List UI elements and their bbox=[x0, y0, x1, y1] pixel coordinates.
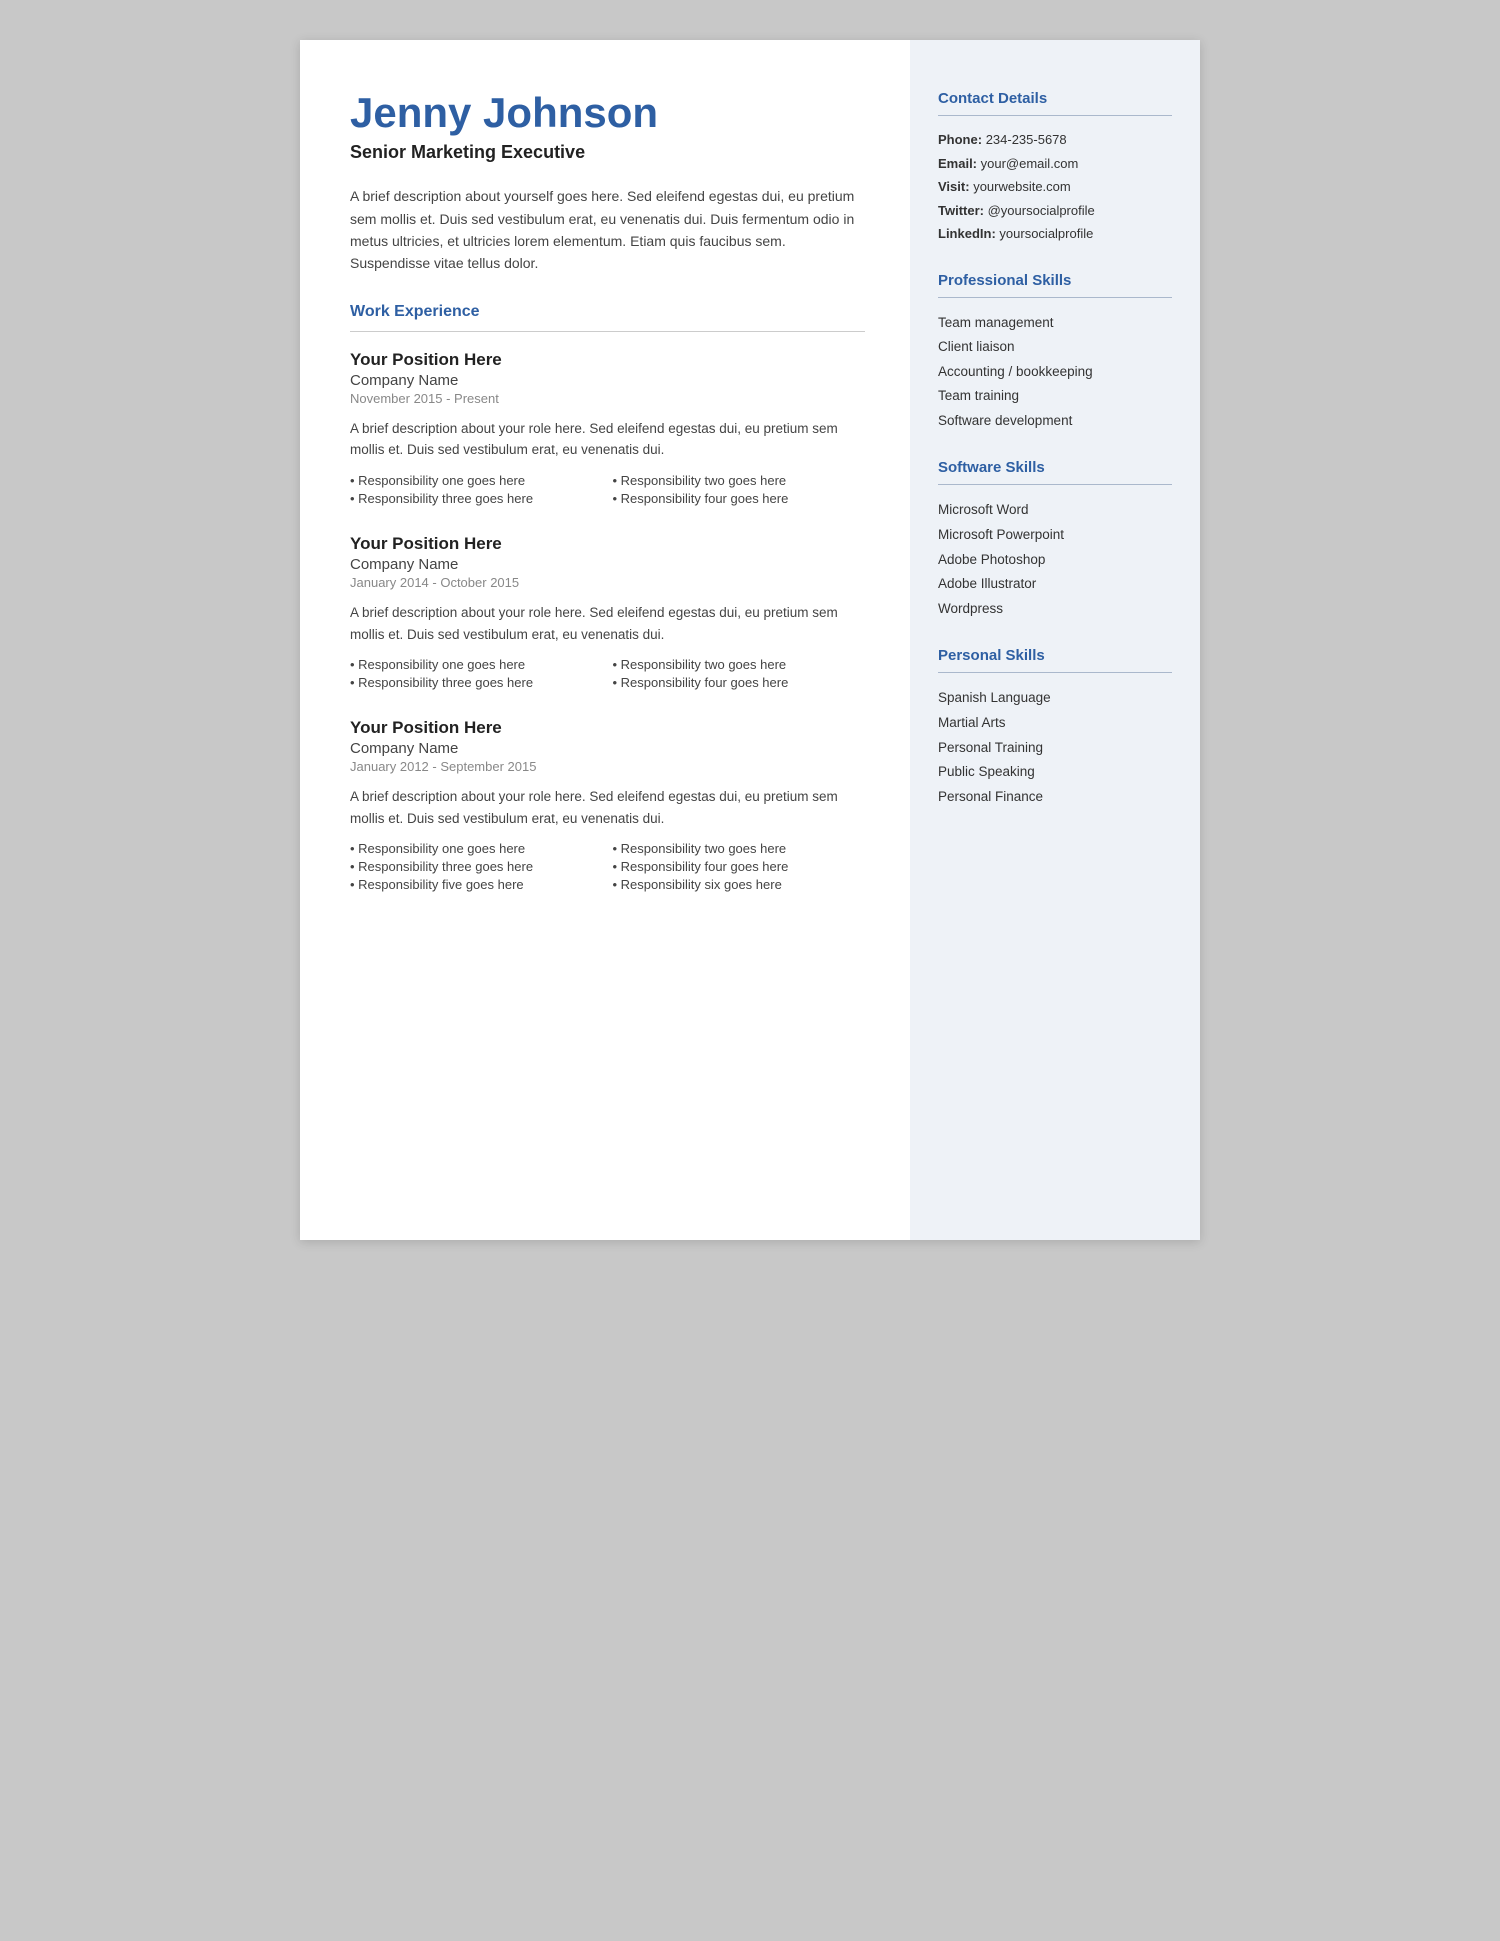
list-item: Adobe Illustrator bbox=[938, 573, 1172, 595]
list-item: Adobe Photoshop bbox=[938, 549, 1172, 571]
phone-value: 234-235-5678 bbox=[986, 132, 1067, 147]
job-2: Your Position Here Company Name January … bbox=[350, 534, 865, 690]
contact-visit: Visit: yourwebsite.com bbox=[938, 177, 1172, 197]
list-item: Microsoft Powerpoint bbox=[938, 524, 1172, 546]
personal-skills-divider bbox=[938, 672, 1172, 673]
job-2-company: Company Name bbox=[350, 556, 865, 573]
list-item: Responsibility one goes here bbox=[350, 841, 603, 856]
list-item: Microsoft Word bbox=[938, 499, 1172, 521]
job-1-description: A brief description about your role here… bbox=[350, 418, 865, 461]
list-item: Responsibility two goes here bbox=[613, 473, 866, 488]
list-item: Personal Training bbox=[938, 737, 1172, 759]
visit-label: Visit: bbox=[938, 179, 970, 194]
contact-divider bbox=[938, 115, 1172, 116]
right-column: Contact Details Phone: 234-235-5678 Emai… bbox=[910, 40, 1200, 1240]
job-3: Your Position Here Company Name January … bbox=[350, 718, 865, 892]
job-1: Your Position Here Company Name November… bbox=[350, 350, 865, 506]
job-3-responsibilities: Responsibility one goes here Responsibil… bbox=[350, 841, 865, 892]
list-item: Responsibility two goes here bbox=[613, 841, 866, 856]
candidate-name: Jenny Johnson bbox=[350, 90, 865, 136]
job-1-responsibilities: Responsibility one goes here Responsibil… bbox=[350, 473, 865, 506]
work-experience-divider bbox=[350, 331, 865, 332]
professional-skills-divider bbox=[938, 297, 1172, 298]
work-experience-heading: Work Experience bbox=[350, 303, 865, 321]
list-item: Spanish Language bbox=[938, 687, 1172, 709]
job-3-dates: January 2012 - September 2015 bbox=[350, 759, 865, 774]
candidate-bio: A brief description about yourself goes … bbox=[350, 185, 865, 275]
job-3-company: Company Name bbox=[350, 740, 865, 757]
job-2-position: Your Position Here bbox=[350, 534, 865, 554]
list-item: Software development bbox=[938, 410, 1172, 432]
job-2-description: A brief description about your role here… bbox=[350, 602, 865, 645]
list-item: Responsibility six goes here bbox=[613, 877, 866, 892]
job-3-description: A brief description about your role here… bbox=[350, 786, 865, 829]
twitter-label: Twitter: bbox=[938, 203, 984, 218]
list-item: Client liaison bbox=[938, 336, 1172, 358]
linkedin-value: yoursocialprofile bbox=[999, 226, 1093, 241]
list-item: Wordpress bbox=[938, 598, 1172, 620]
list-item: Martial Arts bbox=[938, 712, 1172, 734]
list-item: Responsibility four goes here bbox=[613, 859, 866, 874]
resume-page: Jenny Johnson Senior Marketing Executive… bbox=[300, 40, 1200, 1240]
contact-email: Email: your@email.com bbox=[938, 154, 1172, 174]
contact-phone: Phone: 234-235-5678 bbox=[938, 130, 1172, 150]
visit-value: yourwebsite.com bbox=[973, 179, 1071, 194]
personal-skills-title: Personal Skills bbox=[938, 647, 1172, 664]
software-skills-title: Software Skills bbox=[938, 459, 1172, 476]
list-item: Responsibility four goes here bbox=[613, 491, 866, 506]
list-item: Responsibility three goes here bbox=[350, 675, 603, 690]
contact-title: Contact Details bbox=[938, 90, 1172, 107]
software-skills-divider bbox=[938, 484, 1172, 485]
list-item: Personal Finance bbox=[938, 786, 1172, 808]
list-item: Responsibility five goes here bbox=[350, 877, 603, 892]
list-item: Responsibility four goes here bbox=[613, 675, 866, 690]
contact-section: Contact Details Phone: 234-235-5678 Emai… bbox=[938, 90, 1172, 244]
twitter-value: @yoursocialprofile bbox=[988, 203, 1095, 218]
job-1-company: Company Name bbox=[350, 372, 865, 389]
contact-twitter: Twitter: @yoursocialprofile bbox=[938, 201, 1172, 221]
job-3-position: Your Position Here bbox=[350, 718, 865, 738]
software-skills-section: Software Skills Microsoft Word Microsoft… bbox=[938, 459, 1172, 619]
professional-skills-title: Professional Skills bbox=[938, 272, 1172, 289]
email-value: your@email.com bbox=[981, 156, 1079, 171]
linkedin-label: LinkedIn: bbox=[938, 226, 996, 241]
job-1-dates: November 2015 - Present bbox=[350, 391, 865, 406]
left-column: Jenny Johnson Senior Marketing Executive… bbox=[300, 40, 910, 1240]
list-item: Public Speaking bbox=[938, 761, 1172, 783]
list-item: Team management bbox=[938, 312, 1172, 334]
professional-skills-section: Professional Skills Team management Clie… bbox=[938, 272, 1172, 432]
contact-linkedin: LinkedIn: yoursocialprofile bbox=[938, 224, 1172, 244]
job-2-responsibilities: Responsibility one goes here Responsibil… bbox=[350, 657, 865, 690]
list-item: Responsibility three goes here bbox=[350, 859, 603, 874]
list-item: Responsibility one goes here bbox=[350, 657, 603, 672]
candidate-title: Senior Marketing Executive bbox=[350, 142, 865, 163]
list-item: Responsibility one goes here bbox=[350, 473, 603, 488]
list-item: Responsibility three goes here bbox=[350, 491, 603, 506]
list-item: Responsibility two goes here bbox=[613, 657, 866, 672]
email-label: Email: bbox=[938, 156, 977, 171]
personal-skills-section: Personal Skills Spanish Language Martial… bbox=[938, 647, 1172, 807]
list-item: Team training bbox=[938, 385, 1172, 407]
list-item: Accounting / bookkeeping bbox=[938, 361, 1172, 383]
job-1-position: Your Position Here bbox=[350, 350, 865, 370]
phone-label: Phone: bbox=[938, 132, 982, 147]
job-2-dates: January 2014 - October 2015 bbox=[350, 575, 865, 590]
